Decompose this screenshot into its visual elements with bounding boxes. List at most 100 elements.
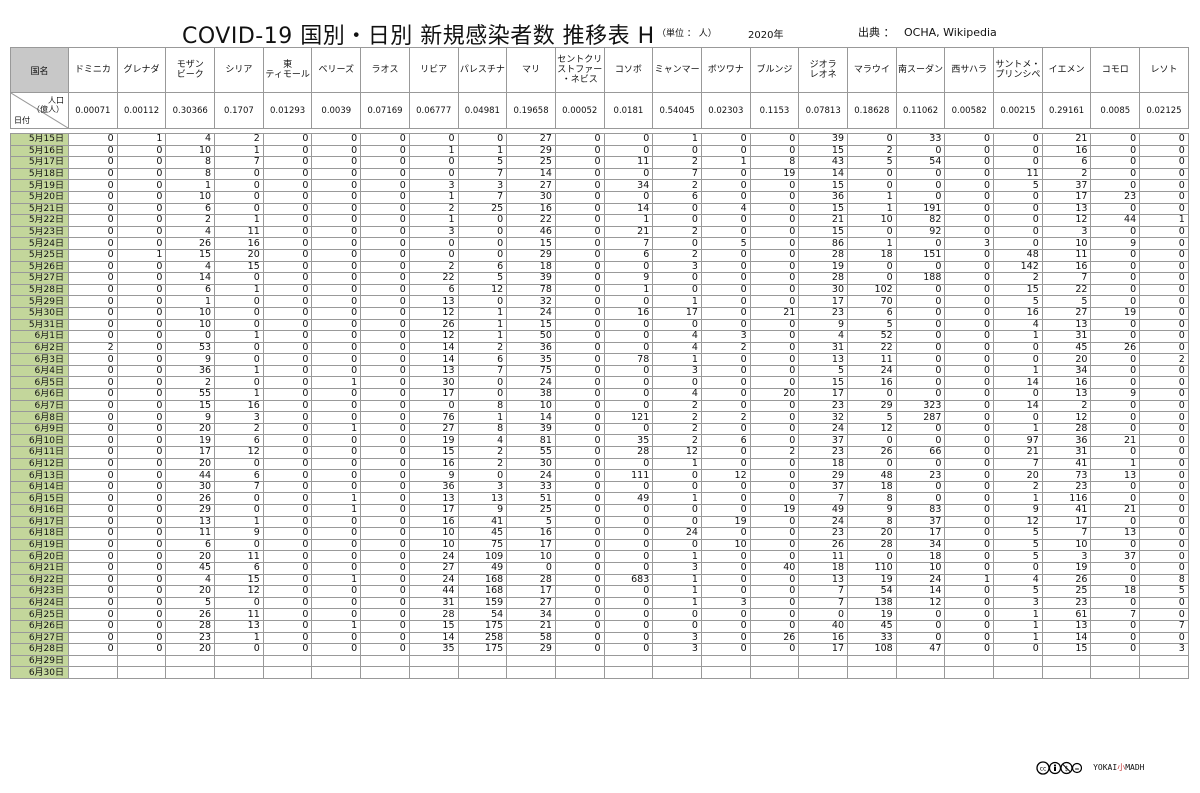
case-cell: 0 (311, 295, 362, 308)
case-cell: 6 (652, 190, 702, 204)
case-cell: 0 (262, 515, 313, 529)
case-cell: 49 (603, 492, 654, 505)
case-cell: 0 (1090, 492, 1141, 505)
case-cell: 0 (603, 318, 654, 332)
case-cell: 37 (798, 434, 848, 448)
case-cell: 9 (993, 504, 1043, 517)
brand-mark: YOKAI小MADH (1093, 763, 1145, 772)
case-cell: 0 (652, 480, 702, 494)
case-cell: 0 (457, 237, 508, 250)
case-cell (798, 666, 848, 679)
case-cell (798, 654, 848, 668)
case-cell: 0 (700, 260, 751, 274)
date-cell: 5月18日 (10, 167, 69, 181)
case-cell: 7 (457, 364, 508, 378)
case-cell: 26 (749, 631, 800, 645)
case-cell: 0 (408, 237, 459, 250)
case-cell: 0 (1090, 422, 1141, 436)
case-cell: 0 (554, 260, 605, 274)
table-row: 6月12日 0 0 20 0 0 0 0 16 2 30 0 0 1 0 0 18 0 0 0 7 41 1 0 (10, 457, 1189, 471)
case-cell: 0 (68, 411, 118, 424)
case-cell: 0 (360, 156, 410, 169)
case-cell: 1 (847, 202, 897, 216)
header: COVID-19 国別・日別 新規感染者数 推移表 H （単位 ： 人） 202… (0, 14, 1200, 50)
case-cell: 0 (749, 353, 800, 366)
case-cell: 1 (311, 376, 362, 390)
case-cell: 0 (1139, 341, 1189, 355)
case-cell: 11 (214, 608, 264, 621)
case-cell: 13 (165, 515, 216, 529)
case-cell: 0 (116, 515, 167, 529)
case-cell: 8 (165, 156, 216, 169)
case-cell: 0 (700, 457, 751, 471)
case-cell: 11 (993, 167, 1043, 181)
case-cell: 0 (116, 608, 167, 621)
case-cell: 0 (1090, 202, 1141, 216)
case-cell: 0 (262, 167, 313, 181)
case-cell: 0 (360, 179, 410, 192)
case-cell: 66 (895, 446, 946, 459)
case-cell: 13 (457, 492, 508, 505)
case-cell: 116 (1041, 492, 1092, 505)
case-cell: 151 (895, 248, 946, 262)
case-cell: 0 (1090, 619, 1141, 633)
case-cell: 0 (116, 156, 167, 169)
case-cell: 0 (749, 469, 800, 482)
case-cell: 0 (944, 330, 995, 343)
country-header: イエメン (1041, 47, 1092, 93)
case-cell: 1 (652, 573, 702, 587)
case-cell: 16 (1041, 260, 1092, 274)
case-cell: 0 (360, 619, 410, 633)
case-cell: 0 (895, 631, 946, 645)
case-cell: 5 (1139, 585, 1189, 598)
case-cell: 0 (944, 364, 995, 378)
case-cell: 0 (1090, 179, 1141, 192)
case-cell: 0 (262, 469, 313, 482)
case-cell: 0 (700, 527, 751, 540)
case-cell: 12 (457, 283, 508, 297)
case-cell: 0 (895, 434, 946, 448)
case-cell: 0 (311, 248, 362, 262)
case-cell: 8 (457, 399, 508, 413)
date-cell: 5月30日 (10, 306, 69, 320)
case-cell: 0 (749, 411, 800, 424)
case-cell: 111 (603, 469, 654, 482)
case-cell: 39 (506, 422, 556, 436)
case-cell: 0 (847, 133, 897, 146)
country-header: 西サハラ (944, 47, 995, 93)
case-cell: 0 (1090, 446, 1141, 459)
case-cell: 7 (214, 480, 264, 494)
case-cell: 1 (700, 156, 751, 169)
case-cell: 0 (214, 504, 264, 517)
case-cell: 1 (652, 492, 702, 505)
case-cell: 5 (847, 411, 897, 424)
case-cell: 13 (408, 364, 459, 378)
case-cell: 17 (506, 538, 556, 552)
case-cell: 0 (506, 561, 556, 575)
case-cell: 0 (360, 538, 410, 552)
case-cell: 0 (1090, 272, 1141, 285)
date-cell: 6月30日 (10, 666, 69, 679)
case-cell: 6 (1041, 156, 1092, 169)
case-cell: 13 (1041, 388, 1092, 401)
case-cell: 27 (408, 561, 459, 575)
table-row: 5月25日 0 1 15 20 0 0 0 0 0 29 0 6 2 0 0 28 18 151 0 48 11 0 0 (10, 248, 1189, 262)
case-cell: 29 (506, 643, 556, 656)
case-cell: 3 (700, 330, 751, 343)
case-cell: 0 (749, 515, 800, 529)
case-cell: 7 (993, 457, 1043, 471)
population-corner: 人口 （億人） 日付 (10, 92, 69, 129)
case-cell: 20 (1041, 353, 1092, 366)
case-cell: 44 (408, 585, 459, 598)
case-cell: 0 (944, 527, 995, 540)
case-cell: 0 (749, 596, 800, 610)
case-cell: 0 (554, 411, 605, 424)
case-cell (993, 654, 1043, 668)
date-cell: 5月23日 (10, 225, 69, 239)
case-cell: 0 (1139, 283, 1189, 297)
case-cell: 27 (506, 133, 556, 146)
case-cell: 14 (506, 411, 556, 424)
case-cell: 20 (165, 643, 216, 656)
case-cell (1139, 666, 1189, 679)
case-cell: 20 (749, 388, 800, 401)
